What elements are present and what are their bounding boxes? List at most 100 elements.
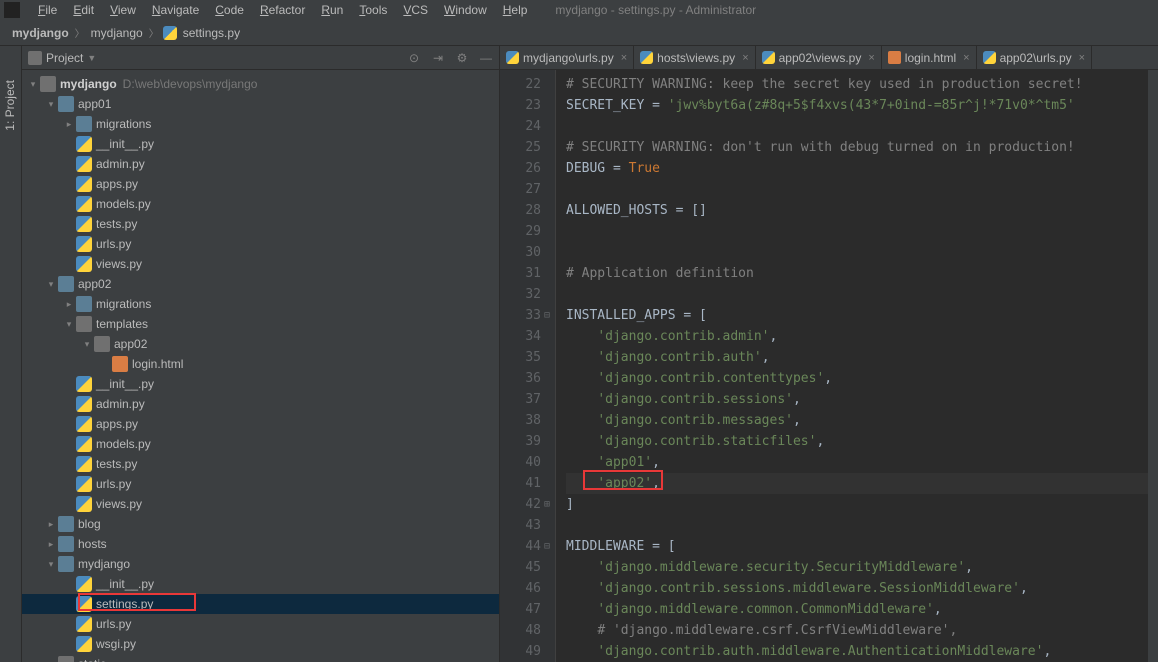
code-line[interactable]: ⊟INSTALLED_APPS = [ bbox=[566, 305, 1148, 326]
line-number[interactable]: 23 bbox=[500, 95, 541, 116]
tree-item[interactable]: ▾app02 bbox=[22, 274, 499, 294]
code-editor[interactable]: # SECURITY WARNING: keep the secret key … bbox=[556, 70, 1148, 662]
vertical-scrollbar[interactable] bbox=[1148, 70, 1158, 662]
fold-open-icon[interactable]: ⊟ bbox=[544, 305, 550, 326]
menu-navigate[interactable]: Navigate bbox=[144, 3, 207, 17]
line-number[interactable]: 29 bbox=[500, 221, 541, 242]
editor-tab[interactable]: login.html× bbox=[882, 46, 977, 69]
code-line[interactable]: ALLOWED_HOSTS = [] bbox=[566, 200, 1148, 221]
expand-arrow-icon[interactable]: ▸ bbox=[44, 519, 58, 530]
tree-item[interactable]: ▸blog bbox=[22, 514, 499, 534]
menu-tools[interactable]: Tools bbox=[351, 3, 395, 17]
locate-icon[interactable]: ⊙ bbox=[407, 51, 421, 65]
code-line[interactable] bbox=[566, 284, 1148, 305]
code-line[interactable]: 'app02', bbox=[566, 473, 1148, 494]
tree-item[interactable]: login.html bbox=[22, 354, 499, 374]
tool-windows-bar[interactable]: 1: Project bbox=[0, 46, 22, 662]
code-line[interactable]: # SECURITY WARNING: don't run with debug… bbox=[566, 137, 1148, 158]
tree-item[interactable]: __init__.py bbox=[22, 374, 499, 394]
menu-code[interactable]: Code bbox=[207, 3, 252, 17]
menu-help[interactable]: Help bbox=[495, 3, 536, 17]
code-line[interactable]: # Application definition bbox=[566, 263, 1148, 284]
code-line[interactable]: # 'django.middleware.csrf.CsrfViewMiddle… bbox=[566, 620, 1148, 641]
line-number[interactable]: 47 bbox=[500, 599, 541, 620]
line-number[interactable]: 35 bbox=[500, 347, 541, 368]
tree-item[interactable]: models.py bbox=[22, 434, 499, 454]
line-number[interactable]: 37 bbox=[500, 389, 541, 410]
code-line[interactable]: DEBUG = True bbox=[566, 158, 1148, 179]
line-number[interactable]: 45 bbox=[500, 557, 541, 578]
code-line[interactable] bbox=[566, 221, 1148, 242]
tree-item[interactable]: ▾app02 bbox=[22, 334, 499, 354]
code-line[interactable]: 'django.contrib.messages', bbox=[566, 410, 1148, 431]
line-number[interactable]: 30 bbox=[500, 242, 541, 263]
tree-item[interactable]: apps.py bbox=[22, 414, 499, 434]
expand-arrow-icon[interactable]: ▸ bbox=[44, 539, 58, 550]
line-number[interactable]: 49 bbox=[500, 641, 541, 662]
expand-arrow-icon[interactable]: ▾ bbox=[26, 79, 40, 90]
tree-item[interactable]: ▾templates bbox=[22, 314, 499, 334]
tree-item[interactable]: admin.py bbox=[22, 154, 499, 174]
tree-item[interactable]: settings.py bbox=[22, 594, 499, 614]
expand-arrow-icon[interactable]: ▾ bbox=[44, 559, 58, 570]
menu-refactor[interactable]: Refactor bbox=[252, 3, 313, 17]
line-number[interactable]: 24 bbox=[500, 116, 541, 137]
line-number[interactable]: 44 bbox=[500, 536, 541, 557]
breadcrumb-item[interactable]: settings.py bbox=[181, 26, 242, 40]
line-number[interactable]: 31 bbox=[500, 263, 541, 284]
code-line[interactable] bbox=[566, 515, 1148, 536]
line-number[interactable]: 25 bbox=[500, 137, 541, 158]
tree-item[interactable]: ▾mydjango bbox=[22, 554, 499, 574]
menu-window[interactable]: Window bbox=[436, 3, 495, 17]
expand-arrow-icon[interactable]: ▸ bbox=[62, 119, 76, 130]
editor-tab[interactable]: app02\views.py× bbox=[756, 46, 882, 69]
code-line[interactable]: SECRET_KEY = 'jwv%byt6a(z#8q+5$f4xvs(43*… bbox=[566, 95, 1148, 116]
tree-item[interactable]: tests.py bbox=[22, 454, 499, 474]
tree-item[interactable]: __init__.py bbox=[22, 134, 499, 154]
editor-tab[interactable]: mydjango\urls.py× bbox=[500, 46, 634, 69]
tree-item[interactable]: views.py bbox=[22, 254, 499, 274]
fold-open-icon[interactable]: ⊟ bbox=[544, 536, 550, 557]
tree-item[interactable]: ▾mydjangoD:\web\devops\mydjango bbox=[22, 74, 499, 94]
project-tool-tab[interactable]: 1: Project bbox=[3, 76, 17, 135]
tree-item[interactable]: apps.py bbox=[22, 174, 499, 194]
close-icon[interactable]: × bbox=[742, 52, 748, 64]
line-number[interactable]: 33 bbox=[500, 305, 541, 326]
code-line[interactable] bbox=[566, 179, 1148, 200]
code-line[interactable]: 'django.middleware.common.CommonMiddlewa… bbox=[566, 599, 1148, 620]
gear-icon[interactable]: ⚙ bbox=[455, 51, 469, 65]
collapse-icon[interactable]: ⇥ bbox=[431, 51, 445, 65]
menu-view[interactable]: View bbox=[102, 3, 144, 17]
code-line[interactable]: 'django.contrib.auth', bbox=[566, 347, 1148, 368]
fold-close-icon[interactable]: ⊞ bbox=[544, 494, 550, 515]
line-number[interactable]: 26 bbox=[500, 158, 541, 179]
tree-item[interactable]: views.py bbox=[22, 494, 499, 514]
code-line[interactable] bbox=[566, 242, 1148, 263]
close-icon[interactable]: × bbox=[868, 52, 874, 64]
expand-arrow-icon[interactable]: ▸ bbox=[44, 659, 58, 662]
code-line[interactable]: 'django.contrib.contenttypes', bbox=[566, 368, 1148, 389]
line-number[interactable]: 36 bbox=[500, 368, 541, 389]
code-line[interactable]: 'django.contrib.sessions', bbox=[566, 389, 1148, 410]
tree-item[interactable]: tests.py bbox=[22, 214, 499, 234]
expand-arrow-icon[interactable]: ▸ bbox=[62, 299, 76, 310]
line-number[interactable]: 27 bbox=[500, 179, 541, 200]
line-number[interactable]: 22 bbox=[500, 74, 541, 95]
line-number[interactable]: 41 bbox=[500, 473, 541, 494]
expand-arrow-icon[interactable]: ▾ bbox=[44, 279, 58, 290]
line-number[interactable]: 46 bbox=[500, 578, 541, 599]
line-number[interactable]: 43 bbox=[500, 515, 541, 536]
tree-item[interactable]: ▸hosts bbox=[22, 534, 499, 554]
expand-arrow-icon[interactable]: ▾ bbox=[80, 339, 94, 350]
line-number[interactable]: 40 bbox=[500, 452, 541, 473]
project-tree[interactable]: ▾mydjangoD:\web\devops\mydjango▾app01▸mi… bbox=[22, 70, 499, 662]
line-number[interactable]: 28 bbox=[500, 200, 541, 221]
line-number[interactable]: 34 bbox=[500, 326, 541, 347]
close-icon[interactable]: × bbox=[621, 52, 627, 64]
code-line[interactable]: 'django.contrib.sessions.middleware.Sess… bbox=[566, 578, 1148, 599]
tree-item[interactable]: urls.py bbox=[22, 614, 499, 634]
menu-edit[interactable]: Edit bbox=[65, 3, 102, 17]
minimize-icon[interactable]: — bbox=[479, 51, 493, 65]
tree-item[interactable]: ▸migrations bbox=[22, 114, 499, 134]
code-line[interactable]: ⊟MIDDLEWARE = [ bbox=[566, 536, 1148, 557]
